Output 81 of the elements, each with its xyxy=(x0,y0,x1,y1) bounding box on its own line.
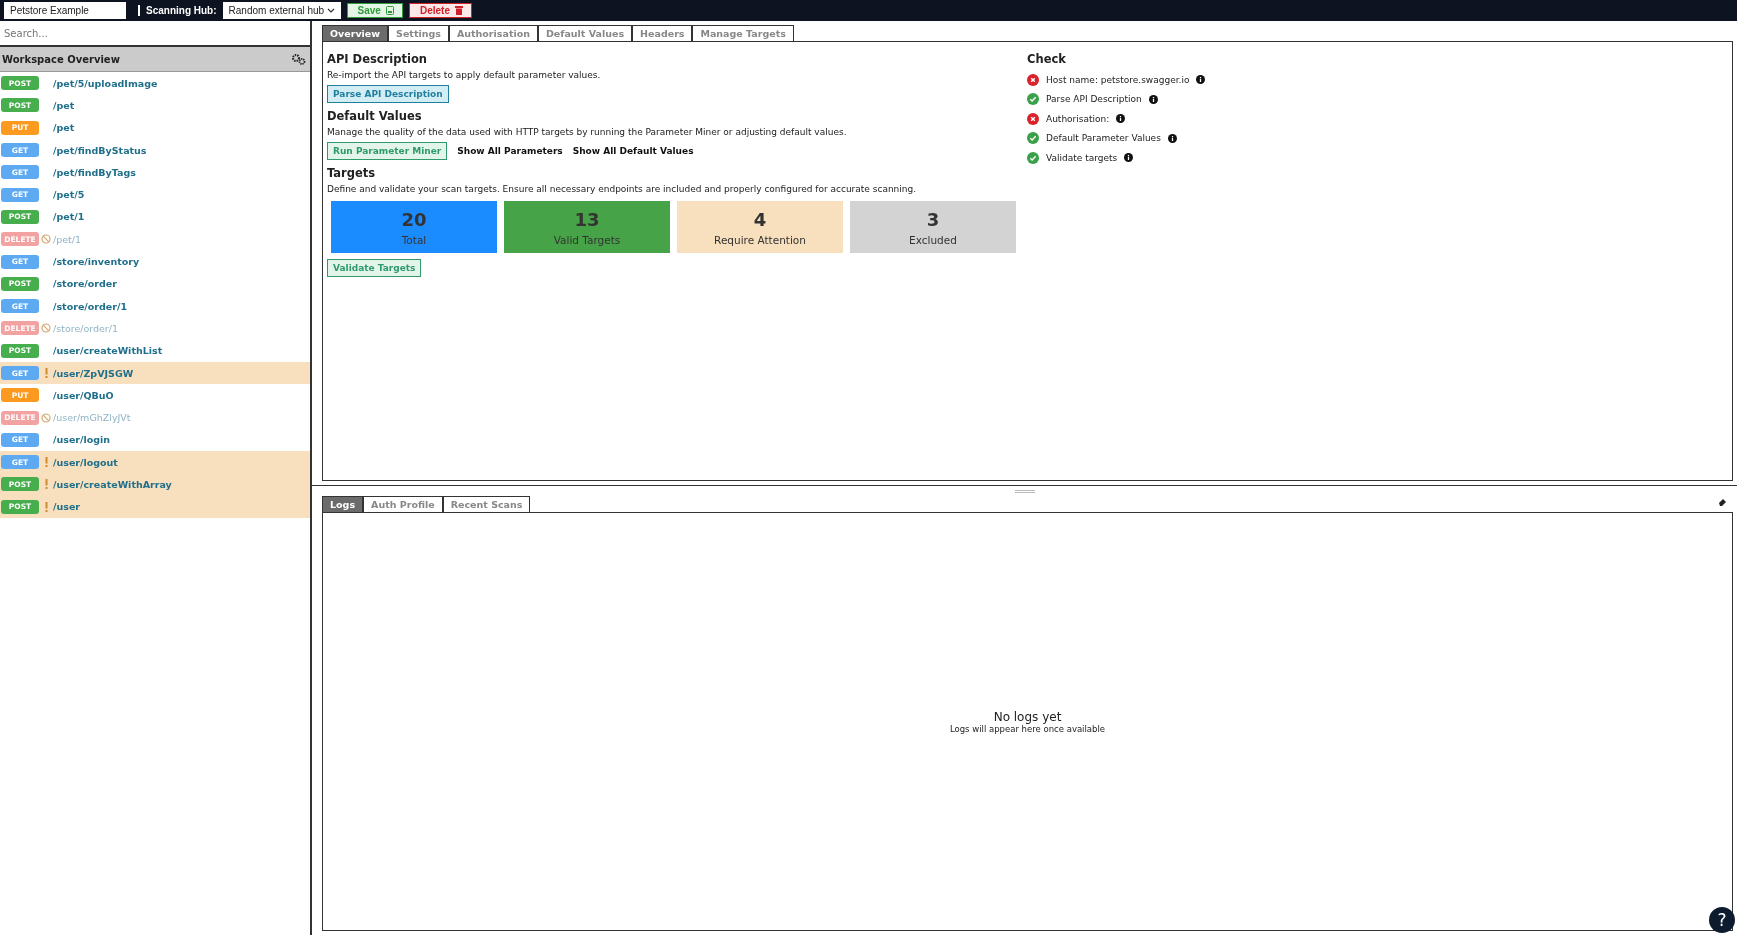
gears-icon[interactable] xyxy=(291,53,306,65)
warning-icon xyxy=(44,457,48,468)
hub-dropdown[interactable]: Random external hub xyxy=(222,2,341,19)
endpoint-path: /store/order/1 xyxy=(53,300,127,312)
endpoint-path: /user/createWithList xyxy=(53,345,163,357)
ban-icon xyxy=(41,234,51,245)
stat-value: 20 xyxy=(401,208,427,230)
tab[interactable]: Manage Targets xyxy=(692,25,794,41)
endpoint-path: /pet/5 xyxy=(53,189,85,201)
parse-api-button[interactable]: Parse API Description xyxy=(327,85,449,103)
endpoint-path: /user xyxy=(53,501,80,513)
endpoint-path: /user/QBuO xyxy=(53,389,114,401)
help-button[interactable]: ? xyxy=(1709,907,1735,933)
workspace-name-field[interactable]: Petstore Example xyxy=(4,2,126,19)
endpoint-path: /pet/findByTags xyxy=(53,166,136,178)
sidebar-title: Workspace Overview xyxy=(2,53,120,65)
tab[interactable]: Logs xyxy=(322,496,364,512)
empty-title: No logs yet xyxy=(993,709,1062,724)
warning-icon xyxy=(44,479,48,490)
info-icon[interactable] xyxy=(1196,75,1206,85)
parameter-miner-button[interactable]: Run Parameter Miner xyxy=(327,142,448,160)
stat-value: 13 xyxy=(574,208,600,230)
delete-button[interactable]: Delete xyxy=(408,3,472,18)
check-label: Authorisation: xyxy=(1046,113,1110,124)
resize-handle-icon[interactable] xyxy=(1014,489,1035,493)
tab[interactable]: Headers xyxy=(632,25,693,41)
endpoint-path: /user/login xyxy=(53,434,111,446)
tab[interactable]: Default Values xyxy=(537,25,633,41)
link[interactable]: Show All Default Values xyxy=(572,146,694,156)
eraser-icon[interactable] xyxy=(1718,498,1727,506)
check-label: Host name: petstore.swagger.io xyxy=(1046,74,1190,85)
trash-icon xyxy=(454,6,463,15)
floppy-icon xyxy=(385,6,394,15)
tab[interactable]: Settings xyxy=(388,25,449,41)
warning-icon xyxy=(44,368,48,378)
stat-label: Excluded xyxy=(909,233,957,246)
section-description: Re-import the API targets to apply default parameter values. xyxy=(327,70,601,80)
warning-icon xyxy=(44,501,48,512)
endpoint-path: /pet/1 xyxy=(53,211,85,223)
endpoint-path: /user/mGhZlyJVt xyxy=(53,412,131,424)
section-heading: Targets xyxy=(327,166,376,180)
info-icon[interactable] xyxy=(1167,133,1177,143)
info-icon[interactable] xyxy=(1124,153,1134,163)
endpoint-path: /pet xyxy=(53,122,75,134)
tab[interactable]: Authorisation xyxy=(448,25,538,41)
section-heading: Check xyxy=(1027,52,1067,66)
empty-text: Logs will appear here once available xyxy=(949,723,1106,734)
section-description: Define and validate your scan targets. Ensure all necessary endpoints are included and properly configured for accurate scanning. xyxy=(327,184,917,194)
tab[interactable]: Overview xyxy=(322,25,389,41)
stat-label: Valid Targets xyxy=(553,233,621,246)
validate-targets-button[interactable]: Validate Targets xyxy=(327,259,422,277)
endpoint-path: /user/logout xyxy=(53,456,118,468)
ban-icon xyxy=(41,323,51,334)
endpoint-path: /pet xyxy=(53,99,75,111)
endpoint-path: /user/createWithArray xyxy=(53,479,172,490)
section-heading: Default Values xyxy=(327,109,422,123)
info-icon[interactable] xyxy=(1148,94,1158,104)
endpoint-path: /pet/1 xyxy=(53,233,82,245)
hub-label: Scanning Hub: xyxy=(138,5,217,16)
endpoint-path: /pet/findByStatus xyxy=(53,144,147,156)
stat-value: 4 xyxy=(753,208,767,230)
endpoint-path: /store/inventory xyxy=(53,256,140,267)
check-label: Validate targets xyxy=(1046,152,1118,163)
chevron-icon xyxy=(326,7,335,14)
section-heading: API Description xyxy=(327,52,427,66)
check-label: Parse API Description xyxy=(1046,94,1142,105)
stat-label: Total xyxy=(401,233,427,246)
link[interactable]: Show All Parameters xyxy=(457,146,563,156)
endpoint-path: /pet/5/uploadImage xyxy=(53,77,158,89)
save-button[interactable]: Save xyxy=(346,3,403,18)
endpoint-path: /store/order xyxy=(53,278,117,290)
endpoint-path: /user/ZpVJSGW xyxy=(53,367,134,379)
info-icon[interactable] xyxy=(1116,114,1126,124)
stat-value: 3 xyxy=(926,208,940,230)
tab[interactable]: Auth Profile xyxy=(363,496,443,512)
endpoint-path: /store/order/1 xyxy=(53,322,118,334)
check-label: Default Parameter Values xyxy=(1046,133,1161,144)
ban-icon xyxy=(41,412,51,423)
stat-label: Require Attention xyxy=(714,233,806,246)
section-description: Manage the quality of the data used with HTTP targets by running the Parameter Miner or adjusting default values. xyxy=(327,127,847,137)
tab[interactable]: Recent Scans xyxy=(442,496,531,512)
